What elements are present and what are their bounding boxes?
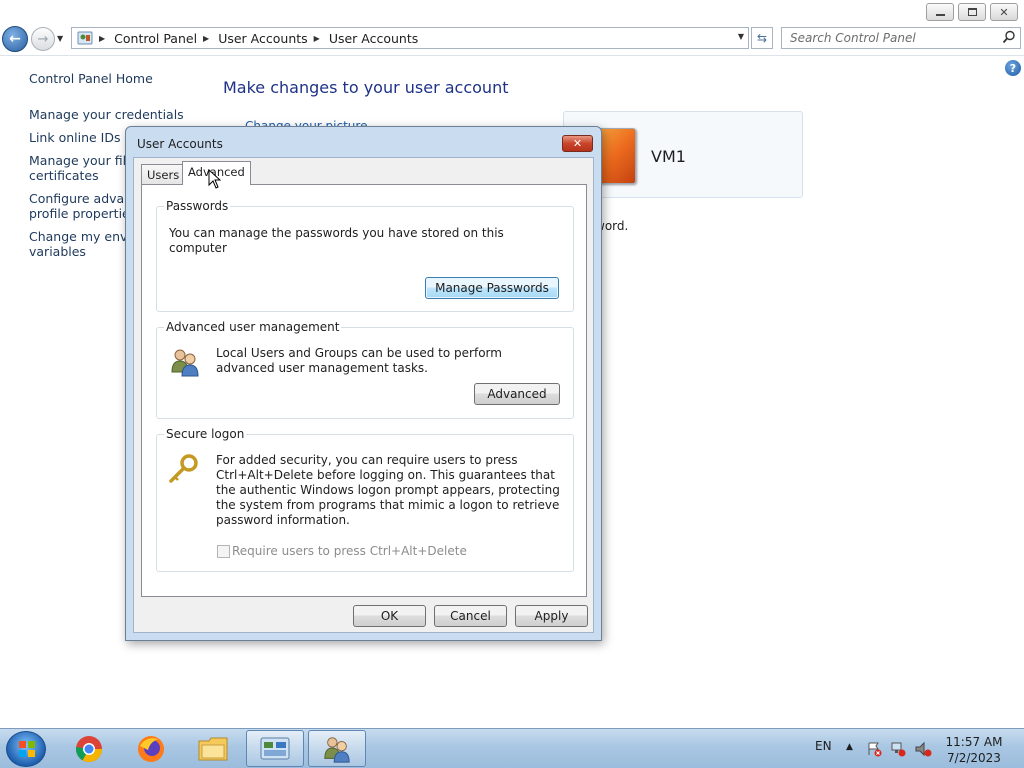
advanced-button[interactable]: Advanced: [474, 383, 560, 405]
minimize-button[interactable]: [926, 3, 954, 21]
firefox-icon: [138, 735, 164, 762]
require-ctrl-alt-delete-checkbox[interactable]: [217, 545, 230, 558]
control-panel-icon: [260, 737, 290, 759]
users-group-icon: [324, 736, 350, 763]
forward-arrow-icon: →: [37, 31, 49, 47]
passwords-group: Passwords You can manage the passwords y…: [156, 199, 574, 312]
secure-logon-group: Secure logon For added security, you can…: [156, 427, 574, 572]
close-window-button[interactable]: ✕: [990, 3, 1018, 21]
taskbar-firefox[interactable]: [122, 730, 180, 767]
restore-icon: [967, 8, 977, 16]
breadcrumb-control-panel[interactable]: Control Panel: [114, 31, 197, 46]
taskbar: EN ▲ 11:57 AM 7/2/2023: [0, 728, 1024, 768]
breadcrumb-separator[interactable]: ▶: [203, 34, 209, 43]
restore-button[interactable]: [958, 3, 986, 21]
ok-button[interactable]: OK: [353, 605, 426, 627]
dialog-title: User Accounts: [137, 137, 223, 151]
system-clock[interactable]: 11:57 AM 7/2/2023: [944, 734, 1004, 766]
minimize-icon: [935, 14, 945, 16]
dialog-body: Users Advanced Passwords You can manage …: [133, 157, 594, 633]
address-bar[interactable]: ▶ Control Panel ▶ User Accounts ▶ User A…: [71, 27, 749, 49]
address-dropdown-icon[interactable]: ▼: [738, 32, 744, 41]
back-arrow-icon: ←: [9, 31, 21, 47]
network-icon[interactable]: [890, 741, 906, 757]
secure-logon-title: Secure logon: [164, 427, 247, 441]
volume-icon[interactable]: [914, 741, 932, 757]
language-indicator[interactable]: EN: [815, 739, 832, 753]
tab-users[interactable]: Users: [141, 164, 186, 185]
sidebar-item-manage-credentials[interactable]: Manage your credentials: [29, 107, 194, 122]
window-titlebar: ✕: [0, 0, 1024, 26]
breadcrumb-separator[interactable]: ▶: [99, 34, 105, 43]
cancel-button[interactable]: Cancel: [434, 605, 507, 627]
apply-button[interactable]: Apply: [515, 605, 588, 627]
refresh-icon: ⇆: [756, 31, 768, 45]
taskbar-chrome[interactable]: [60, 730, 118, 767]
forward-button[interactable]: →: [31, 27, 55, 51]
dialog-close-button[interactable]: ✕: [562, 135, 593, 152]
search-placeholder: Search Control Panel: [790, 31, 916, 45]
search-icon[interactable]: [1002, 30, 1016, 44]
mouse-cursor-icon: [208, 169, 221, 189]
address-toolbar: ← → ▼ ▶ Control Panel ▶ User Accounts ▶ …: [0, 26, 1024, 56]
page-title: Make changes to your user account: [223, 78, 509, 97]
clock-time: 11:57 AM: [945, 735, 1003, 749]
breadcrumb-separator[interactable]: ▶: [314, 34, 320, 43]
user-name: VM1: [651, 147, 686, 166]
advanced-user-management-title: Advanced user management: [164, 320, 342, 334]
taskbar-control-panel[interactable]: [246, 730, 304, 767]
clock-date: 7/2/2023: [947, 751, 1001, 765]
refresh-button[interactable]: ⇆: [751, 27, 773, 49]
sidebar-item-control-panel-home[interactable]: Control Panel Home: [29, 71, 194, 86]
passwords-description: You can manage the passwords you have st…: [169, 226, 504, 255]
advanced-user-management-description: Local Users and Groups can be used to pe…: [216, 346, 502, 375]
close-icon: ✕: [572, 137, 583, 150]
close-icon: ✕: [999, 5, 1009, 19]
back-button[interactable]: ←: [2, 26, 28, 52]
secure-logon-description: For added security, you can require user…: [216, 453, 560, 527]
breadcrumb-user-accounts-1[interactable]: User Accounts: [218, 31, 307, 46]
taskbar-user-accounts[interactable]: [308, 730, 366, 767]
breadcrumb-user-accounts-2[interactable]: User Accounts: [329, 31, 418, 46]
show-hidden-icons-button[interactable]: ▲: [846, 742, 853, 752]
advanced-user-management-group: Advanced user management Local Users and…: [156, 320, 574, 419]
action-center-icon[interactable]: [866, 741, 882, 757]
require-ctrl-alt-delete-label[interactable]: Require users to press Ctrl+Alt+Delete: [232, 544, 467, 559]
search-input[interactable]: Search Control Panel: [781, 27, 1021, 49]
users-group-icon: [171, 349, 199, 377]
help-icon[interactable]: ?: [1005, 60, 1021, 76]
recent-pages-dropdown[interactable]: ▼: [57, 34, 63, 43]
chrome-icon: [75, 735, 103, 762]
manage-passwords-button[interactable]: Manage Passwords: [425, 277, 559, 299]
key-icon: [169, 454, 198, 483]
user-accounts-dialog: User Accounts ✕ Users Advanced Passwords…: [125, 126, 602, 641]
start-button[interactable]: [6, 731, 46, 767]
passwords-group-title: Passwords: [164, 199, 231, 213]
control-panel-icon: [77, 31, 93, 45]
taskbar-explorer[interactable]: [184, 730, 242, 767]
windows-logo-icon: [19, 741, 35, 757]
advanced-tab-panel: Passwords You can manage the passwords y…: [141, 184, 587, 597]
folder-icon: [198, 737, 228, 760]
